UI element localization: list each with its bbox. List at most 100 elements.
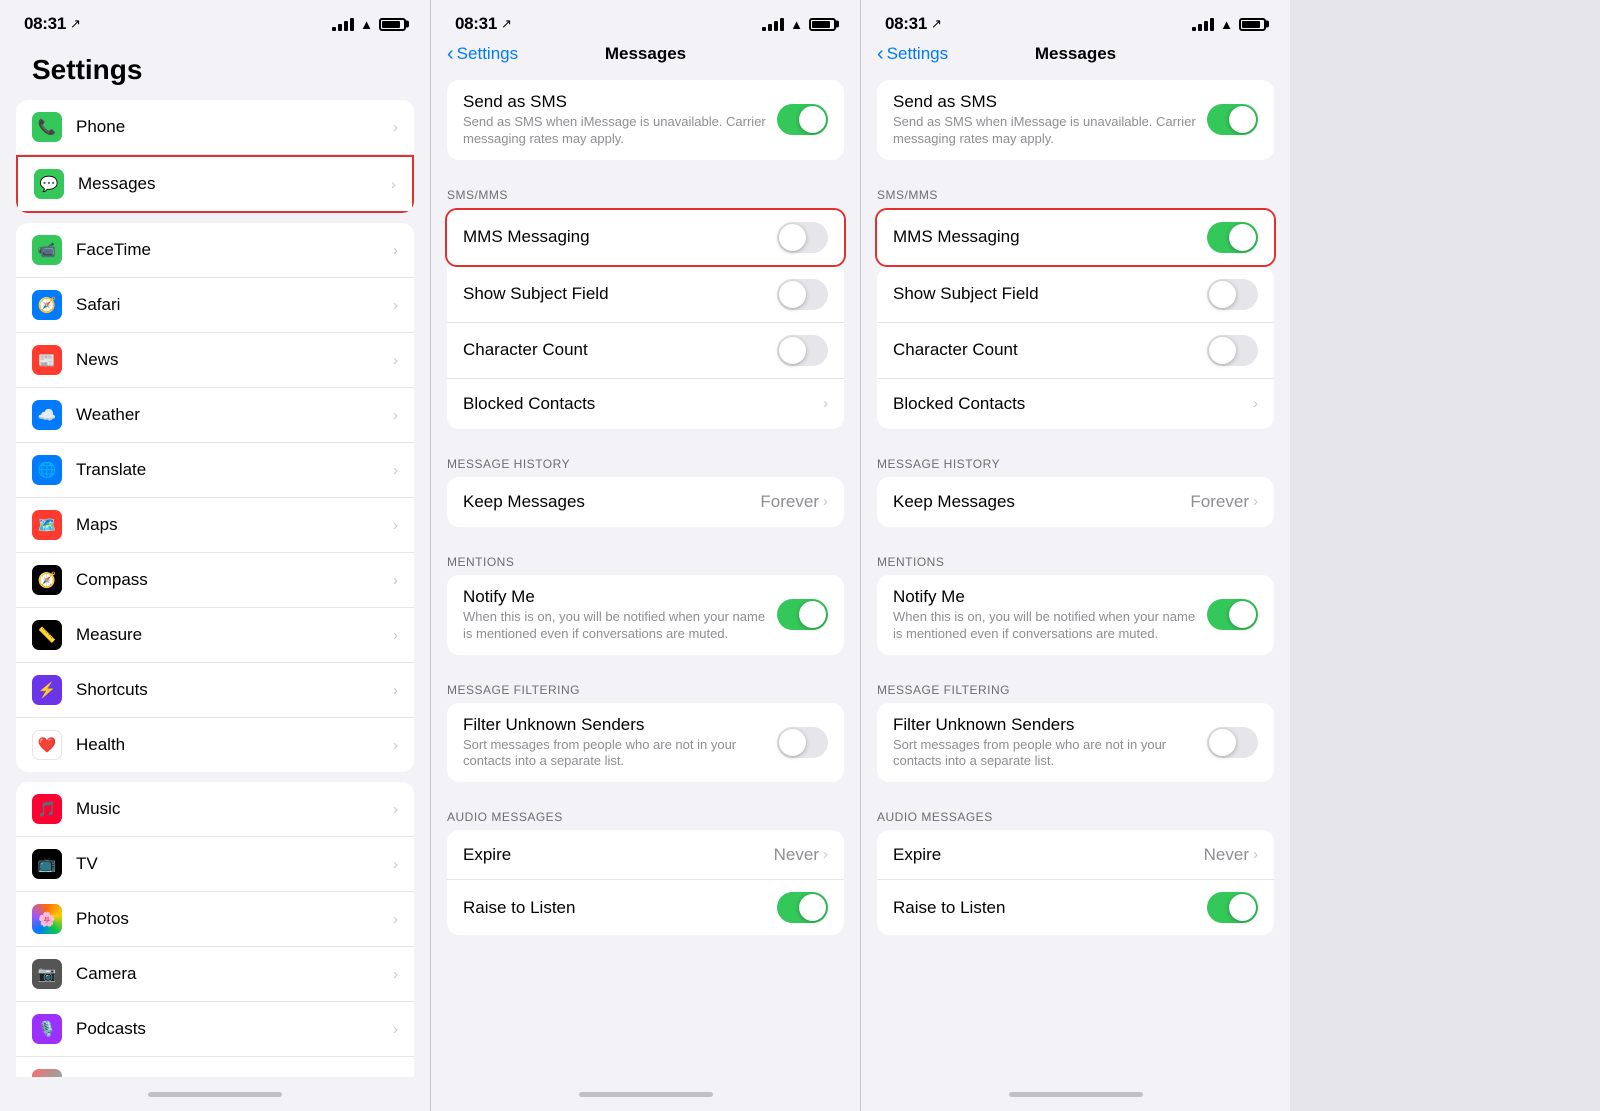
filter-unknown-row-3[interactable]: Filter Unknown Senders Sort messages fro… — [877, 703, 1274, 783]
mms-label-2: MMS Messaging — [463, 227, 590, 246]
raise-to-listen-row-3[interactable]: Raise to Listen — [877, 880, 1274, 935]
list-item-maps[interactable]: 🗺️ Maps › — [16, 498, 414, 553]
msg-history-label-2: MESSAGE HISTORY — [431, 439, 860, 477]
list-item-music[interactable]: 🎵 Music › — [16, 782, 414, 837]
show-subject-row-2[interactable]: Show Subject Field — [447, 267, 844, 323]
back-button-3[interactable]: ‹ Settings — [877, 43, 948, 66]
raise-to-listen-label-2: Raise to Listen — [463, 898, 575, 917]
show-subject-toggle-3[interactable] — [1207, 279, 1258, 310]
location-arrow-icon: ↗ — [70, 16, 81, 32]
gamecenter-chevron-icon: › — [393, 1076, 398, 1078]
filter-unknown-toggle-3[interactable] — [1207, 727, 1258, 758]
status-time-1: 08:31 — [24, 14, 66, 34]
compass-chevron-icon: › — [393, 572, 398, 589]
keep-messages-chevron-icon-2: › — [823, 493, 828, 510]
list-item-weather[interactable]: ☁️ Weather › — [16, 388, 414, 443]
list-item-news[interactable]: 📰 News › — [16, 333, 414, 388]
page-title-3: Messages — [1035, 44, 1116, 64]
weather-icon: ☁️ — [32, 400, 62, 430]
battery-icon-3 — [1239, 18, 1266, 31]
character-count-row-3[interactable]: Character Count — [877, 323, 1274, 379]
signal-icon-1 — [332, 18, 354, 31]
mms-label-3: MMS Messaging — [893, 227, 1020, 246]
phone-2: 08:31 ↗ ▲ ‹ Settings Messages Send as SM — [430, 0, 860, 1111]
translate-icon: 🌐 — [32, 455, 62, 485]
home-indicator-2 — [431, 1077, 860, 1111]
keep-messages-row-2[interactable]: Keep Messages Forever › — [447, 477, 844, 527]
list-item-shortcuts[interactable]: ⚡ Shortcuts › — [16, 663, 414, 718]
list-item-facetime[interactable]: 📹 FaceTime › — [16, 223, 414, 278]
filter-unknown-toggle-2[interactable] — [777, 727, 828, 758]
send-as-sms-toggle-3[interactable] — [1207, 104, 1258, 135]
messages-content-3: Send as SMS Send as SMS when iMessage is… — [861, 72, 1290, 1077]
list-item-messages[interactable]: 💬 Messages › — [18, 157, 412, 211]
filter-unknown-row-2[interactable]: Filter Unknown Senders Sort messages fro… — [447, 703, 844, 783]
back-button-2[interactable]: ‹ Settings — [447, 43, 518, 66]
list-item-translate[interactable]: 🌐 Translate › — [16, 443, 414, 498]
show-subject-toggle-2[interactable] — [777, 279, 828, 310]
character-count-toggle-2[interactable] — [777, 335, 828, 366]
expire-row-3[interactable]: Expire Never › — [877, 830, 1274, 880]
page-title-2: Messages — [605, 44, 686, 64]
list-item-health[interactable]: ❤️ Health › — [16, 718, 414, 772]
list-item-compass[interactable]: 🧭 Compass › — [16, 553, 414, 608]
keep-messages-row-3[interactable]: Keep Messages Forever › — [877, 477, 1274, 527]
status-icons-1: ▲ — [332, 17, 406, 32]
send-as-sms-row-3[interactable]: Send as SMS Send as SMS when iMessage is… — [877, 80, 1274, 160]
health-chevron-icon: › — [393, 737, 398, 754]
filter-unknown-subtitle-2: Sort messages from people who are not in… — [463, 737, 777, 771]
list-item-camera[interactable]: 📷 Camera › — [16, 947, 414, 1002]
messages-icon: 💬 — [34, 169, 64, 199]
expire-row-2[interactable]: Expire Never › — [447, 830, 844, 880]
list-item-podcasts[interactable]: 🎙️ Podcasts › — [16, 1002, 414, 1057]
status-bar-1: 08:31 ↗ ▲ — [0, 0, 430, 40]
send-as-sms-label-2: Send as SMS — [463, 92, 777, 112]
podcasts-icon: 🎙️ — [32, 1014, 62, 1044]
show-subject-row-3[interactable]: Show Subject Field — [877, 267, 1274, 323]
signal-icon-3 — [1192, 18, 1214, 31]
filler — [1290, 0, 1600, 1111]
expire-value-3: Never — [1204, 845, 1249, 865]
blocked-contacts-row-3[interactable]: Blocked Contacts › — [877, 379, 1274, 429]
show-subject-label-2: Show Subject Field — [463, 284, 609, 303]
blocked-contacts-chevron-icon-3: › — [1253, 395, 1258, 412]
list-item-measure[interactable]: 📏 Measure › — [16, 608, 414, 663]
keep-messages-value-2: Forever — [760, 492, 819, 512]
send-as-sms-row-2[interactable]: Send as SMS Send as SMS when iMessage is… — [447, 80, 844, 160]
raise-to-listen-toggle-2[interactable] — [777, 892, 828, 923]
send-sms-group-3: Send as SMS Send as SMS when iMessage is… — [877, 80, 1274, 160]
list-item-safari[interactable]: 🧭 Safari › — [16, 278, 414, 333]
raise-to-listen-toggle-3[interactable] — [1207, 892, 1258, 923]
list-item-gamecenter[interactable]: 🎮 Game Center › — [16, 1057, 414, 1077]
compass-icon: 🧭 — [32, 565, 62, 595]
mms-messaging-row-2[interactable]: MMS Messaging — [447, 210, 844, 265]
messages-chevron-icon: › — [391, 176, 396, 193]
list-item-phone[interactable]: 📞 Phone › — [16, 100, 414, 155]
character-count-toggle-3[interactable] — [1207, 335, 1258, 366]
phone-icon: 📞 — [32, 112, 62, 142]
smsmms-label-2: SMS/MMS — [431, 170, 860, 208]
character-count-row-2[interactable]: Character Count — [447, 323, 844, 379]
filter-unknown-subtitle-3: Sort messages from people who are not in… — [893, 737, 1207, 771]
phone-3: 08:31 ↗ ▲ ‹ Settings Messages Send as SM… — [860, 0, 1290, 1111]
notify-me-row-2[interactable]: Notify Me When this is on, you will be n… — [447, 575, 844, 655]
raise-to-listen-row-2[interactable]: Raise to Listen — [447, 880, 844, 935]
keep-messages-chevron-icon-3: › — [1253, 493, 1258, 510]
notify-me-toggle-3[interactable] — [1207, 599, 1258, 630]
back-label-2: Settings — [457, 44, 518, 64]
notify-me-row-3[interactable]: Notify Me When this is on, you will be n… — [877, 575, 1274, 655]
location-arrow-icon-2: ↗ — [501, 16, 512, 32]
list-item-photos[interactable]: 🌸 Photos › — [16, 892, 414, 947]
expire-label-3: Expire — [893, 845, 941, 864]
filter-unknown-label-3: Filter Unknown Senders — [893, 715, 1207, 735]
mms-messaging-row-3[interactable]: MMS Messaging — [877, 210, 1274, 265]
mms-toggle-3[interactable] — [1207, 222, 1258, 253]
blocked-contacts-row-2[interactable]: Blocked Contacts › — [447, 379, 844, 429]
home-indicator-1 — [0, 1077, 430, 1111]
notify-me-toggle-2[interactable] — [777, 599, 828, 630]
list-item-tv[interactable]: 📺 TV › — [16, 837, 414, 892]
mentions-label-3: MENTIONS — [861, 537, 1290, 575]
send-as-sms-toggle-2[interactable] — [777, 104, 828, 135]
mms-toggle-2[interactable] — [777, 222, 828, 253]
keep-messages-label-2: Keep Messages — [463, 492, 585, 511]
